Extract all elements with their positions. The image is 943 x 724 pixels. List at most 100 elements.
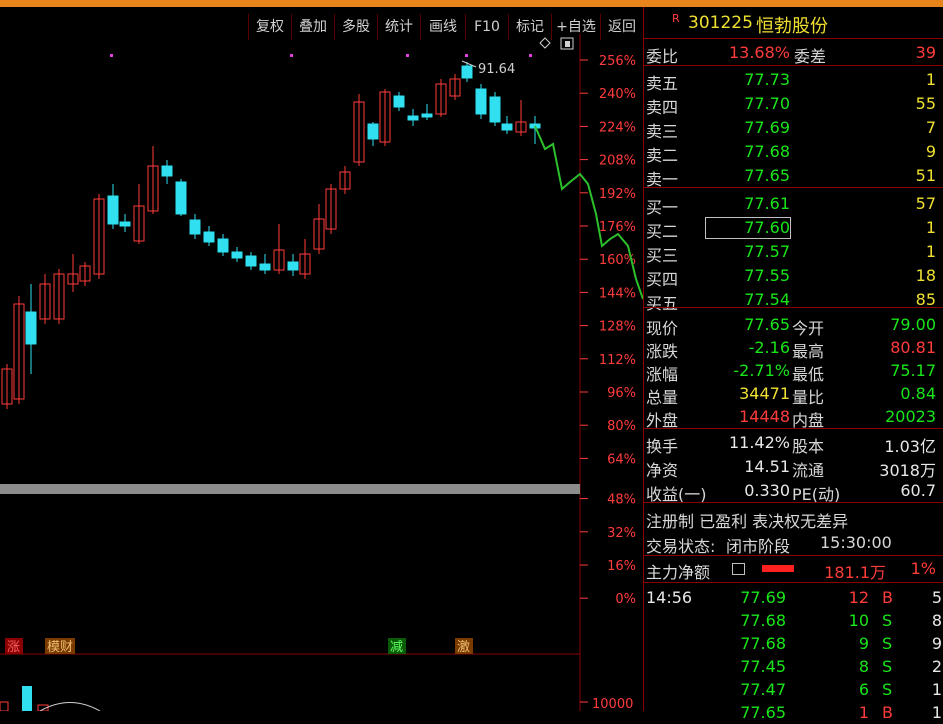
quote-panel: R 301225 恒勃股份 委比 13.68% 委差 39 卖五 77.73 1 卖四… bbox=[643, 7, 943, 722]
asks-row[interactable]: 卖一 77.65 51 bbox=[644, 164, 943, 189]
fundamental-value: 3018万 bbox=[879, 461, 936, 480]
tick-row[interactable]: 77.68 9 S 9 bbox=[644, 632, 943, 655]
axis-label: 0% bbox=[615, 592, 636, 607]
asks-price[interactable]: 77.69 bbox=[744, 118, 790, 137]
bids-label: 买三 bbox=[646, 246, 679, 265]
quote-row: 现价 77.65 今开 79.00 bbox=[644, 313, 943, 338]
quote-value: 34471 bbox=[739, 384, 790, 403]
tick-count: 8 bbox=[931, 611, 942, 630]
bids-volume: 1 bbox=[925, 242, 936, 261]
bids-volume: 57 bbox=[915, 194, 936, 213]
bids-label: 买四 bbox=[646, 270, 679, 289]
candle-body bbox=[175, 181, 187, 215]
asks-row[interactable]: 卖五 77.73 1 bbox=[644, 68, 943, 93]
bids-price[interactable]: 77.55 bbox=[744, 266, 790, 285]
fundamental-label: 流通 bbox=[792, 461, 825, 480]
fundamental-label: 净资 bbox=[646, 461, 679, 480]
tag-up[interactable]: 涨 bbox=[7, 640, 20, 655]
tick-row[interactable]: 77.69 12 B 5 bbox=[644, 586, 943, 609]
tick-volume: 12 bbox=[848, 588, 869, 607]
candle-body bbox=[217, 238, 229, 253]
tag-reduce[interactable]: 减 bbox=[390, 640, 403, 655]
axis-label: 128% bbox=[599, 320, 636, 335]
candle-body bbox=[475, 88, 487, 115]
stock-name[interactable]: 恒勃股份 bbox=[756, 12, 828, 38]
divider bbox=[644, 38, 943, 39]
kline-chart[interactable]: 256%240%224%208%192%176%160%144%128%112%… bbox=[0, 34, 643, 711]
quote-value: 20023 bbox=[885, 407, 936, 426]
signal-dot bbox=[406, 54, 409, 57]
tick-row[interactable]: 77.47 6 S 1 bbox=[644, 678, 943, 701]
candle-body bbox=[231, 251, 243, 259]
stock-code[interactable]: 301225 bbox=[688, 13, 753, 33]
asks-row[interactable]: 卖三 77.69 7 bbox=[644, 116, 943, 141]
bids-price[interactable]: 77.57 bbox=[744, 242, 790, 261]
bids-label: 买五 bbox=[646, 294, 679, 313]
candle-body bbox=[107, 195, 119, 225]
tick-price: 77.68 bbox=[740, 611, 786, 630]
stock-badge: R bbox=[672, 12, 680, 25]
candle-body bbox=[119, 221, 131, 227]
volume-bar bbox=[22, 686, 32, 711]
tag-finance[interactable]: 模财 bbox=[47, 640, 73, 655]
signal-dot bbox=[110, 54, 113, 57]
bids-price[interactable]: 77.60 bbox=[744, 218, 790, 237]
chart-toolbar: 复权 叠加 多股 统计 画线 F10 标记 +自选 返回 bbox=[0, 7, 643, 40]
quote-value: -2.71% bbox=[733, 361, 790, 380]
list-icon[interactable] bbox=[732, 563, 745, 575]
tick-volume: 1 bbox=[858, 703, 869, 722]
tick-row[interactable]: 77.45 8 S 2 bbox=[644, 655, 943, 678]
axis-label: 256% bbox=[599, 54, 636, 69]
divider bbox=[644, 428, 943, 429]
tick-price: 77.68 bbox=[740, 634, 786, 653]
bids-row[interactable]: 买一 77.61 57 bbox=[644, 192, 943, 217]
axis-label: 240% bbox=[599, 87, 636, 102]
candle-body bbox=[161, 165, 173, 177]
signal-dots bbox=[110, 54, 532, 57]
stock-tags[interactable]: 注册制 已盈利 表决权无差异 bbox=[646, 508, 848, 532]
bids-price[interactable]: 77.61 bbox=[744, 194, 790, 213]
fundamental-value: 14.51 bbox=[744, 457, 790, 476]
main-force-bar bbox=[762, 565, 794, 572]
pct-axis: 256%240%224%208%192%176%160%144%128%112%… bbox=[580, 54, 636, 607]
bids-row[interactable]: 买四 77.55 18 bbox=[644, 264, 943, 289]
window-toggle-inner bbox=[565, 41, 570, 47]
tick-side: S bbox=[882, 657, 893, 676]
asks-price[interactable]: 77.68 bbox=[744, 142, 790, 161]
quote-row: 涨跌 -2.16 最高 80.81 bbox=[644, 336, 943, 361]
trade-status-time: 15:30:00 bbox=[820, 533, 892, 552]
bids-row[interactable]: 买二 77.60 1 bbox=[644, 216, 943, 241]
diamond-icon[interactable] bbox=[539, 37, 551, 49]
main-force-row: 主力净额 181.1万 1% bbox=[644, 557, 943, 582]
tick-row[interactable]: 77.65 1 B 1 bbox=[644, 701, 943, 724]
main-force-value: 181.1万 bbox=[824, 563, 886, 582]
divider bbox=[644, 502, 943, 503]
volume-axis-label: 10000 bbox=[592, 697, 633, 711]
quote-value: -2.16 bbox=[748, 338, 790, 357]
axis-label: 80% bbox=[607, 419, 636, 434]
tick-count: 1 bbox=[931, 703, 942, 722]
axis-label: 144% bbox=[599, 286, 636, 301]
candle-body bbox=[489, 96, 501, 123]
tag-active[interactable]: 激 bbox=[457, 640, 470, 655]
pane-divider[interactable] bbox=[0, 484, 580, 494]
axis-label: 16% bbox=[607, 559, 636, 574]
axis-label: 208% bbox=[599, 154, 636, 169]
quote-row: 外盘 14448 内盘 20023 bbox=[644, 405, 943, 430]
volume-ma-line bbox=[39, 702, 101, 711]
asks-row[interactable]: 卖二 77.68 9 bbox=[644, 140, 943, 165]
asks-price[interactable]: 77.65 bbox=[744, 166, 790, 185]
tick-row[interactable]: 77.68 10 S 8 bbox=[644, 609, 943, 632]
bids-row[interactable]: 买三 77.57 1 bbox=[644, 240, 943, 265]
asks-price[interactable]: 77.70 bbox=[744, 94, 790, 113]
axis-label: 96% bbox=[607, 386, 636, 401]
asks-price[interactable]: 77.73 bbox=[744, 70, 790, 89]
main-force-pct: 1% bbox=[910, 559, 936, 578]
asks-row[interactable]: 卖四 77.70 55 bbox=[644, 92, 943, 117]
tick-side: S bbox=[882, 611, 893, 630]
tick-side: B bbox=[882, 588, 893, 607]
tick-side: S bbox=[882, 680, 893, 699]
order-ratio-row: 委比 13.68% 委差 39 bbox=[644, 41, 943, 66]
candle-body bbox=[393, 95, 405, 108]
asks-label: 卖五 bbox=[646, 74, 679, 93]
